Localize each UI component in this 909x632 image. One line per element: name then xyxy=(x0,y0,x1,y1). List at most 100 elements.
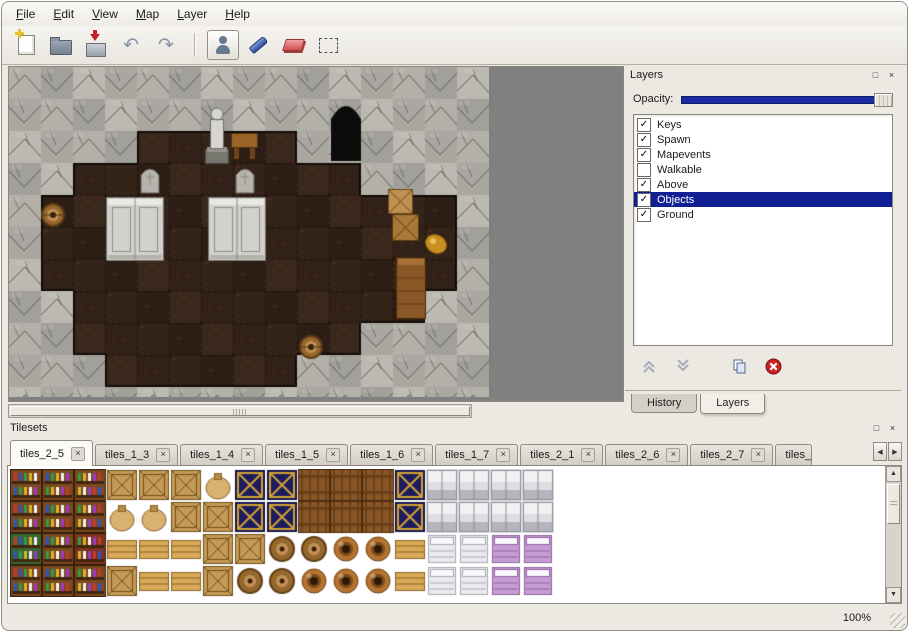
close-panel-icon[interactable]: × xyxy=(886,422,899,435)
zoom-level: 100% xyxy=(843,612,871,624)
tileset-tab-tiles_2_5[interactable]: tiles_2_5 × xyxy=(10,440,93,466)
delete-circle-icon xyxy=(765,358,782,375)
tileset-tabs: tiles_2_5 × tiles_1_3 × tiles_1_4 × tile… xyxy=(7,438,902,466)
undo-button[interactable]: ↶ xyxy=(115,30,147,60)
tileset-vscrollbar[interactable]: ▲ ▼ xyxy=(885,466,901,603)
eraser-tool-button[interactable] xyxy=(277,30,309,60)
layer-checkbox[interactable]: ✓ xyxy=(637,178,651,192)
close-panel-icon[interactable]: × xyxy=(885,69,898,82)
undo-arrow-icon: ↶ xyxy=(123,36,139,55)
resize-grip[interactable] xyxy=(890,613,905,628)
menu-bar: File Edit View Map Layer Help xyxy=(2,2,907,26)
menu-view[interactable]: View xyxy=(84,4,126,24)
close-tab-icon[interactable]: × xyxy=(411,448,425,462)
layer-checkbox[interactable]: ✓ xyxy=(637,208,651,222)
duplicate-layer-button[interactable] xyxy=(727,355,751,377)
scroll-tabs-left-button[interactable]: ◀ xyxy=(873,442,887,461)
opacity-slider[interactable] xyxy=(681,92,893,106)
map-hscrollbar[interactable] xyxy=(8,404,472,418)
tileset-tab-tiles_1_6[interactable]: tiles_1_6 × xyxy=(350,444,433,465)
opacity-slider-fill xyxy=(681,96,890,104)
select-tool-button[interactable] xyxy=(312,30,344,60)
tileset-tab-tiles_2_6[interactable]: tiles_2_6 × xyxy=(605,444,688,465)
layer-row-spawn[interactable]: ✓ Spawn xyxy=(634,132,892,147)
tab-label: tiles_ xyxy=(785,449,811,461)
map-canvas[interactable] xyxy=(9,67,489,397)
opacity-slider-handle[interactable] xyxy=(874,93,893,107)
tileset-tab-truncated[interactable]: tiles_ × xyxy=(775,444,812,465)
layer-checkbox[interactable]: ✓ xyxy=(637,163,651,177)
tab-label: History xyxy=(647,397,681,409)
close-tab-icon[interactable]: × xyxy=(581,448,595,462)
layers-panel-titlebar: Layers □ × xyxy=(625,66,903,84)
menu-help[interactable]: Help xyxy=(217,4,258,24)
close-tab-icon[interactable]: × xyxy=(326,448,340,462)
tab-history[interactable]: History xyxy=(631,394,697,413)
layer-checkbox[interactable]: ✓ xyxy=(637,148,651,162)
tab-label: tiles_1_3 xyxy=(105,449,149,461)
layer-checkbox[interactable]: ✓ xyxy=(637,193,651,207)
move-layer-down-button[interactable] xyxy=(671,355,695,377)
layer-row-above[interactable]: ✓ Above xyxy=(634,177,892,192)
layer-checkbox[interactable]: ✓ xyxy=(637,133,651,147)
layer-name: Objects xyxy=(657,194,694,206)
check-icon: ✓ xyxy=(640,179,648,190)
delete-layer-button[interactable] xyxy=(761,355,785,377)
layers-panel-title: Layers xyxy=(630,69,866,81)
tileset-tab-tiles_1_3[interactable]: tiles_1_3 × xyxy=(95,444,178,465)
scrollbar-track[interactable] xyxy=(886,482,901,587)
scrollbar-thumb[interactable] xyxy=(887,484,900,524)
menu-map[interactable]: Map xyxy=(128,4,167,24)
tilesets-panel: Tilesets □ × tiles_2_5 × tiles_1_3 × til… xyxy=(5,419,904,606)
close-tab-icon[interactable]: × xyxy=(666,448,680,462)
tileset-tab-tiles_2_7[interactable]: tiles_2_7 × xyxy=(690,444,773,465)
tab-label: tiles_2_6 xyxy=(615,449,659,461)
tab-label: tiles_2_7 xyxy=(700,449,744,461)
status-bar: 100% xyxy=(2,606,907,630)
close-tab-icon[interactable]: × xyxy=(751,448,765,462)
save-button[interactable] xyxy=(80,30,112,60)
menu-file[interactable]: File xyxy=(8,4,43,24)
toolbar: ↶ ↷ xyxy=(2,26,907,65)
eraser-icon xyxy=(282,39,305,51)
tab-label: tiles_1_5 xyxy=(275,449,319,461)
close-tab-icon[interactable]: × xyxy=(71,447,85,461)
close-tab-icon[interactable]: × xyxy=(496,448,510,462)
tab-layers[interactable]: Layers xyxy=(700,394,765,414)
layer-row-ground[interactable]: ✓ Ground xyxy=(634,207,892,222)
scroll-down-button[interactable]: ▼ xyxy=(886,587,901,603)
tileset-tab-tiles_1_4[interactable]: tiles_1_4 × xyxy=(180,444,263,465)
scroll-up-button[interactable]: ▲ xyxy=(886,466,901,482)
new-map-button[interactable] xyxy=(10,30,42,60)
tileset-content[interactable]: ▲ ▼ xyxy=(7,465,902,604)
scrollbar-thumb[interactable] xyxy=(10,406,470,416)
layer-row-mapevents[interactable]: ✓ Mapevents xyxy=(634,147,892,162)
tileset-tab-tiles_2_1[interactable]: tiles_2_1 × xyxy=(520,444,603,465)
tileset-tab-tiles_1_7[interactable]: tiles_1_7 × xyxy=(435,444,518,465)
stamp-tool-button[interactable] xyxy=(207,30,239,60)
tileset-tab-tiles_1_5[interactable]: tiles_1_5 × xyxy=(265,444,348,465)
map-view[interactable] xyxy=(8,66,624,402)
fill-tool-button[interactable] xyxy=(242,30,274,60)
person-stamp-icon xyxy=(214,36,232,54)
tab-label: tiles_2_5 xyxy=(20,448,64,460)
tileset-canvas[interactable] xyxy=(10,469,554,597)
layer-row-objects[interactable]: ✓ Objects xyxy=(634,192,892,207)
layer-list: ✓ Keys ✓ Spawn ✓ Mapevents ✓ Walkable ✓ … xyxy=(633,114,893,346)
move-layer-up-button[interactable] xyxy=(637,355,661,377)
layer-row-keys[interactable]: ✓ Keys xyxy=(634,117,892,132)
menu-layer[interactable]: Layer xyxy=(169,4,215,24)
close-tab-icon[interactable]: × xyxy=(156,448,170,462)
scroll-tabs-right-button[interactable]: ▶ xyxy=(888,442,902,461)
layer-name: Walkable xyxy=(657,164,702,176)
tab-label: tiles_1_4 xyxy=(190,449,234,461)
open-button[interactable] xyxy=(45,30,77,60)
close-tab-icon[interactable]: × xyxy=(241,448,255,462)
layer-row-walkable[interactable]: ✓ Walkable xyxy=(634,162,892,177)
menu-edit[interactable]: Edit xyxy=(45,4,82,24)
check-icon: ✓ xyxy=(640,149,648,160)
layer-checkbox[interactable]: ✓ xyxy=(637,118,651,132)
float-panel-icon[interactable]: □ xyxy=(869,69,882,82)
float-panel-icon[interactable]: □ xyxy=(870,422,883,435)
redo-button[interactable]: ↷ xyxy=(150,30,182,60)
